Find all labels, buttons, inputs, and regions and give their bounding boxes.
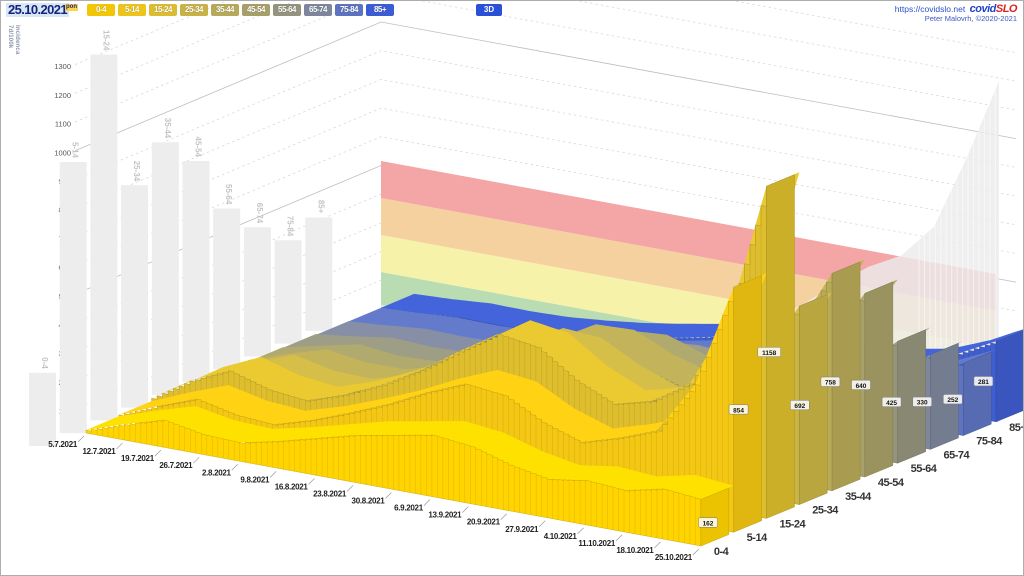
- age-button-75-84[interactable]: 75-84: [335, 4, 363, 16]
- historical-label-0-4: 0-4: [40, 357, 49, 369]
- value-label-45-54: 640: [856, 383, 867, 390]
- historical-bar-35-44: [151, 142, 179, 395]
- historical-bar-45-54: [182, 161, 210, 382]
- age-button-45-54[interactable]: 45-54: [242, 4, 270, 16]
- value-label-55-64: 425: [886, 400, 897, 407]
- y-tick-1200: 1200: [54, 91, 71, 100]
- row-end-face: [963, 351, 992, 436]
- row-end-face: [799, 294, 828, 505]
- x-date-30.8.2021: 30.8.2021: [352, 497, 386, 506]
- age-axis-5-14: 5-14: [747, 532, 768, 544]
- x-date-27.9.2021: 27.9.2021: [505, 525, 539, 534]
- age-axis-55-64: 55-64: [911, 463, 938, 475]
- age-axis-25-34: 25-34: [812, 505, 839, 517]
- age-button-65-74[interactable]: 65-74: [304, 4, 332, 16]
- x-date-4.10.2021: 4.10.2021: [544, 532, 578, 541]
- age-group-legend: 0-4 5-14 15-24 25-34 35-44 45-54 55-64 65-74 75-…: [87, 4, 394, 16]
- age-axis-85+: 85+: [1009, 422, 1024, 434]
- age-axis-65-74: 65-74: [943, 449, 970, 461]
- author-credit: Peter Malovrh, ©2020-2021: [924, 14, 1017, 23]
- x-date-23.8.2021: 23.8.2021: [313, 489, 347, 498]
- y-tick-1100: 1100: [55, 120, 71, 129]
- historical-label-65-74: 65-74: [255, 203, 264, 224]
- x-date-12.7.2021: 12.7.2021: [83, 447, 117, 456]
- x-date-11.10.2021: 11.10.2021: [578, 539, 615, 548]
- historical-label-85+: 85+: [316, 200, 325, 214]
- historical-bar-65-74: [243, 227, 271, 357]
- age-axis-0-4: 0-4: [714, 546, 730, 558]
- age-button-85+[interactable]: 85+: [366, 4, 394, 16]
- historical-bar-15-24: [90, 54, 118, 421]
- age-button-25-34[interactable]: 25-34: [180, 4, 208, 16]
- x-date-26.7.2021: 26.7.2021: [159, 461, 193, 470]
- 3d-incidence-chart: 1002003004005006007008009001000110012001…: [29, 1, 1024, 562]
- x-date-18.10.2021: 18.10.2021: [616, 546, 654, 555]
- historical-label-15-24: 15-24: [101, 30, 110, 51]
- header: 25.10.2021 pon 0-4 5-14 15-24 25-34 35-44 45-…: [1, 1, 1023, 24]
- app-window: 1002003004005006007008009001000110012001…: [0, 0, 1024, 576]
- value-label-75-84: 252: [947, 397, 958, 404]
- y-axis-caption-1: 7d/100k: [7, 25, 13, 49]
- row-end-face: [766, 174, 795, 519]
- x-date-6.9.2021: 6.9.2021: [394, 504, 424, 513]
- value-label-5-14: 854: [733, 407, 744, 414]
- historical-bar-85+: [305, 217, 333, 331]
- row-end-face: [733, 275, 762, 533]
- current-date[interactable]: 25.10.2021: [6, 3, 70, 17]
- age-axis-15-24: 15-24: [779, 518, 806, 530]
- age-button-15-24[interactable]: 15-24: [149, 4, 177, 16]
- value-label-25-34: 692: [794, 403, 805, 410]
- age-axis-35-44: 35-44: [845, 491, 872, 503]
- row-end-face: [995, 329, 1023, 423]
- branding: https://covidslo.net covidSLO Peter Malo…: [895, 3, 1018, 24]
- site-url-link[interactable]: https://covidslo.net: [895, 4, 965, 14]
- historical-label-75-84: 75-84: [286, 216, 295, 237]
- age-button-0-4[interactable]: 0-4: [87, 4, 115, 16]
- historical-label-55-64: 55-64: [224, 184, 233, 205]
- historical-bar-25-34: [121, 185, 149, 408]
- historical-label-5-14: 5-14: [71, 142, 80, 159]
- value-label-35-44: 758: [825, 380, 836, 387]
- age-button-55-64[interactable]: 55-64: [273, 4, 301, 16]
- weekday-abbrev: pon: [65, 4, 78, 11]
- x-date-19.7.2021: 19.7.2021: [121, 454, 155, 463]
- value-label-65-74: 330: [917, 400, 928, 407]
- age-button-35-44[interactable]: 35-44: [211, 4, 239, 16]
- historical-label-45-54: 45-54: [194, 137, 203, 158]
- historical-label-35-44: 35-44: [163, 118, 172, 139]
- historical-bar-75-84: [274, 240, 302, 344]
- y-tick-1000: 1000: [54, 148, 71, 157]
- value-label-0-4: 162: [703, 520, 714, 527]
- value-label-85+: 281: [978, 379, 989, 386]
- x-date-9.8.2021: 9.8.2021: [240, 475, 270, 484]
- row-end-face: [897, 329, 926, 464]
- x-date-16.8.2021: 16.8.2021: [275, 482, 309, 491]
- y-tick-1300: 1300: [54, 62, 71, 71]
- historical-bar-5-14: [59, 161, 87, 434]
- historical-label-25-34: 25-34: [132, 161, 141, 182]
- mode-3d-button[interactable]: 3D: [476, 4, 502, 16]
- x-date-20.9.2021: 20.9.2021: [467, 518, 501, 527]
- row-end-face: [831, 261, 861, 492]
- age-axis-75-84: 75-84: [976, 436, 1003, 448]
- age-button-5-14[interactable]: 5-14: [118, 4, 146, 16]
- x-date-2.8.2021: 2.8.2021: [202, 468, 232, 477]
- historical-bar-55-64: [213, 208, 241, 370]
- x-date-25.10.2021: 25.10.2021: [655, 553, 693, 562]
- value-label-15-24: 1158: [762, 350, 776, 357]
- y-axis-caption-2: incidenca: [14, 25, 20, 55]
- x-date-5.7.2021: 5.7.2021: [48, 440, 78, 449]
- age-axis-45-54: 45-54: [878, 477, 905, 489]
- row-end-face: [864, 281, 894, 478]
- historical-bar-0-4: [29, 372, 56, 446]
- x-date-13.9.2021: 13.9.2021: [428, 511, 462, 520]
